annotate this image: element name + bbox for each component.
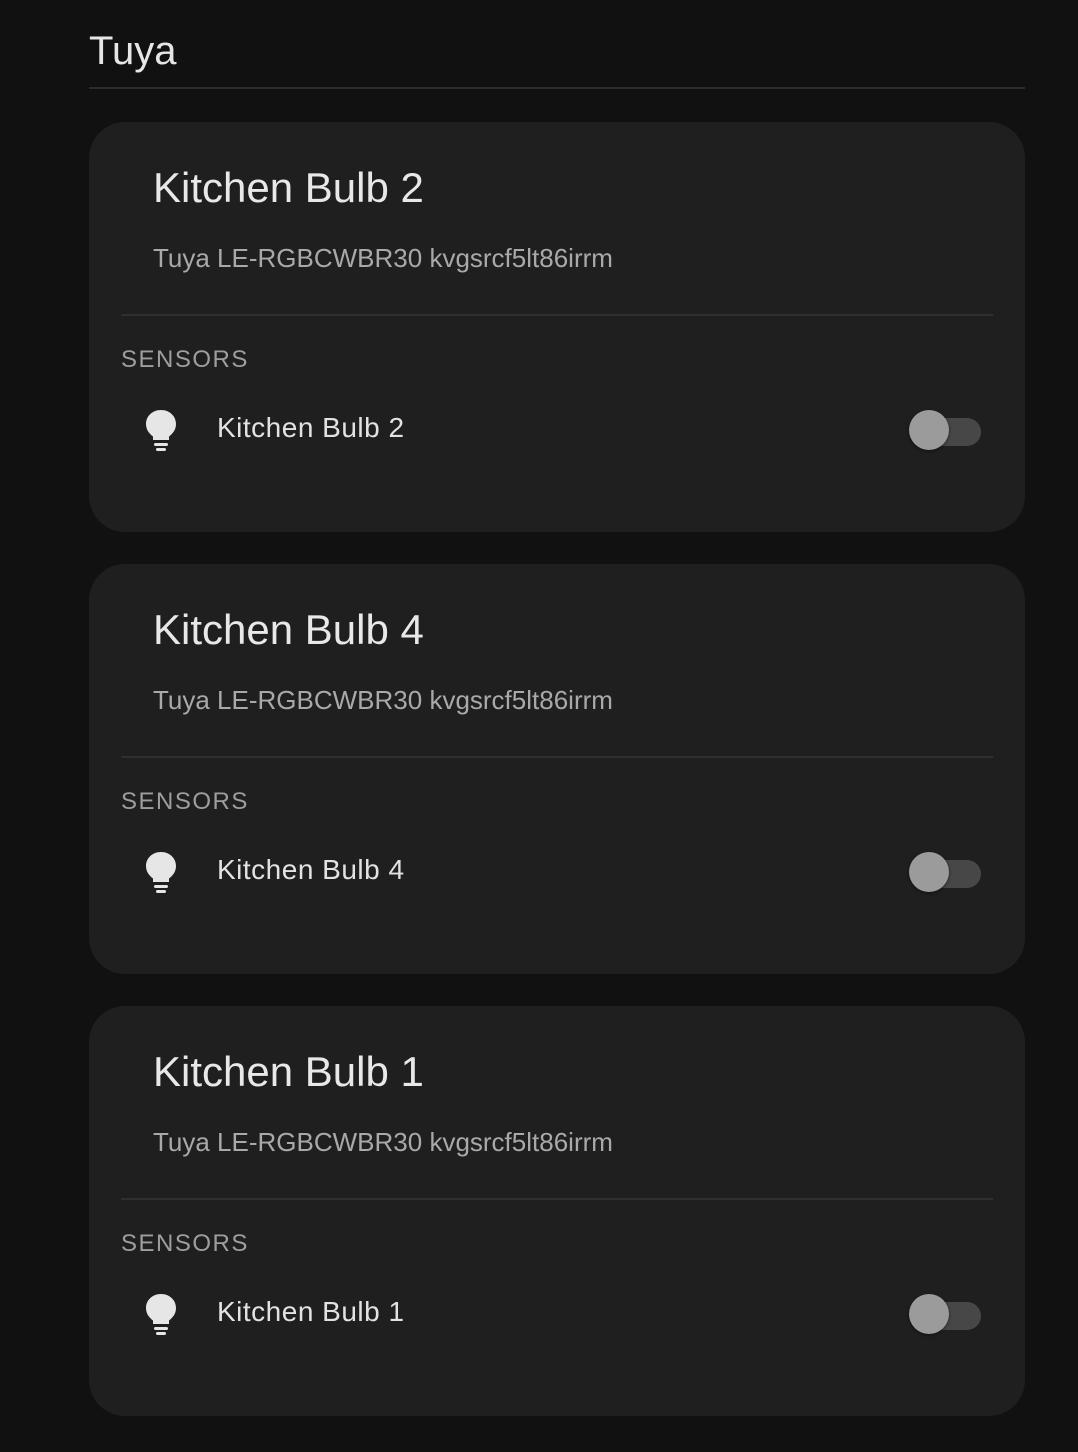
toggle-thumb xyxy=(909,852,949,892)
device-title: Kitchen Bulb 4 xyxy=(153,606,424,653)
toggle-thumb xyxy=(909,410,949,450)
device-card[interactable]: Kitchen Bulb 1 Tuya LE-RGBCWBR30 kvgsrcf… xyxy=(89,1006,1025,1416)
entity-toggle[interactable] xyxy=(909,852,983,892)
lightbulb-icon xyxy=(146,410,176,451)
section-title: Tuya xyxy=(89,29,177,73)
device-card-list: Kitchen Bulb 2 Tuya LE-RGBCWBR30 kvgsrcf… xyxy=(89,122,1025,1448)
entity-row[interactable]: Kitchen Bulb 4 xyxy=(121,840,993,900)
sensors-group-label: SENSORS xyxy=(121,1230,249,1257)
card-divider xyxy=(121,756,993,758)
entity-name: Kitchen Bulb 2 xyxy=(217,412,405,443)
card-divider xyxy=(121,1198,993,1200)
lightbulb-icon xyxy=(146,852,176,893)
entity-row[interactable]: Kitchen Bulb 2 xyxy=(121,398,993,458)
entity-name: Kitchen Bulb 4 xyxy=(217,854,405,885)
device-model: Tuya LE-RGBCWBR30 kvgsrcf5lt86irrm xyxy=(153,243,613,273)
entity-toggle[interactable] xyxy=(909,410,983,450)
device-card[interactable]: Kitchen Bulb 4 Tuya LE-RGBCWBR30 kvgsrcf… xyxy=(89,564,1025,974)
entity-toggle[interactable] xyxy=(909,1294,983,1334)
device-title: Kitchen Bulb 2 xyxy=(153,164,424,211)
entity-row[interactable]: Kitchen Bulb 1 xyxy=(121,1282,993,1342)
lightbulb-icon xyxy=(146,1294,176,1335)
device-model: Tuya LE-RGBCWBR30 kvgsrcf5lt86irrm xyxy=(153,685,613,715)
device-model: Tuya LE-RGBCWBR30 kvgsrcf5lt86irrm xyxy=(153,1127,613,1157)
entity-name: Kitchen Bulb 1 xyxy=(217,1296,405,1327)
device-card[interactable]: Kitchen Bulb 2 Tuya LE-RGBCWBR30 kvgsrcf… xyxy=(89,122,1025,532)
card-divider xyxy=(121,314,993,316)
toggle-thumb xyxy=(909,1294,949,1334)
page: Tuya Kitchen Bulb 2 Tuya LE-RGBCWBR30 kv… xyxy=(0,0,1078,1452)
device-title: Kitchen Bulb 1 xyxy=(153,1048,424,1095)
section-header: Tuya xyxy=(89,0,1025,89)
sensors-group-label: SENSORS xyxy=(121,788,249,815)
sensors-group-label: SENSORS xyxy=(121,346,249,373)
